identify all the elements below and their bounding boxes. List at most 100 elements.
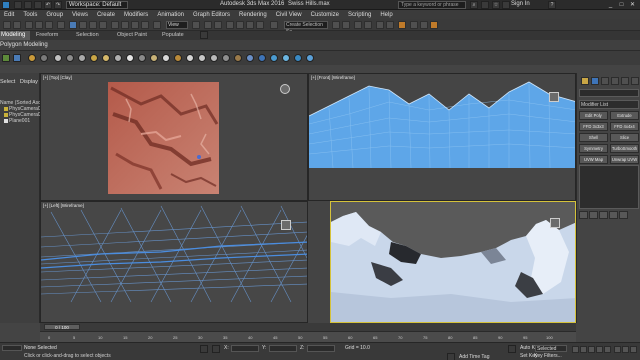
add-time-tag[interactable]: Add Time Tag bbox=[459, 354, 489, 360]
app-menu-icon[interactable] bbox=[2, 1, 10, 9]
shelf-icon-14[interactable] bbox=[162, 54, 170, 62]
undo-icon[interactable]: ↶ bbox=[44, 1, 52, 9]
lock-selection-icon[interactable] bbox=[200, 345, 208, 353]
edit-named-selection-icon[interactable] bbox=[270, 21, 278, 29]
modifier-button[interactable]: Shell bbox=[579, 133, 608, 142]
menu-modifiers[interactable]: Modifiers bbox=[124, 12, 148, 18]
menu-graph-editors[interactable]: Graph Editors bbox=[193, 12, 230, 18]
tab-object-paint[interactable]: Object Paint bbox=[117, 32, 147, 38]
named-selection-set-dropdown[interactable]: Create Selection Se bbox=[284, 21, 328, 35]
spinner-snap-icon[interactable] bbox=[256, 21, 264, 29]
key-selection-dropdown[interactable]: Selected bbox=[535, 345, 567, 352]
z-coordinate-field[interactable] bbox=[307, 345, 335, 352]
absolute-mode-icon[interactable] bbox=[212, 345, 220, 353]
y-coordinate-field[interactable] bbox=[269, 345, 297, 352]
percent-snap-icon[interactable] bbox=[246, 21, 254, 29]
layer-explorer-icon[interactable] bbox=[354, 21, 362, 29]
menu-civil-view[interactable]: Civil View bbox=[276, 12, 302, 18]
communication-icon[interactable]: ☆ bbox=[492, 1, 500, 9]
angle-snap-icon[interactable] bbox=[236, 21, 244, 29]
ribbon-options-icon[interactable] bbox=[200, 31, 208, 39]
shelf-icon-18[interactable] bbox=[210, 54, 218, 62]
menu-views[interactable]: Views bbox=[72, 12, 88, 18]
link-icon[interactable] bbox=[25, 21, 33, 29]
reference-coordinate-dropdown[interactable]: View bbox=[166, 21, 188, 29]
menu-group[interactable]: Group bbox=[46, 12, 63, 18]
create-tab-icon[interactable] bbox=[581, 77, 589, 85]
shelf-icon-19[interactable] bbox=[222, 54, 230, 62]
minimize-icon[interactable]: _ bbox=[606, 1, 615, 9]
select-move-icon[interactable] bbox=[111, 21, 119, 29]
tab-selection[interactable]: Selection bbox=[76, 32, 99, 38]
go-to-end-icon[interactable] bbox=[604, 346, 611, 353]
x-coordinate-field[interactable] bbox=[231, 345, 259, 352]
unlink-icon[interactable] bbox=[35, 21, 43, 29]
user-icon[interactable] bbox=[502, 1, 510, 9]
sign-in-link[interactable]: Sign In bbox=[511, 1, 530, 7]
shelf-icon-17[interactable] bbox=[198, 54, 206, 62]
toggle-ribbon-icon[interactable] bbox=[364, 21, 372, 29]
shelf-icon-4[interactable] bbox=[40, 54, 48, 62]
make-unique-icon[interactable] bbox=[599, 211, 608, 219]
viewport-front[interactable]: [+] [Front] [Wireframe] bbox=[308, 73, 576, 201]
window-crossing-icon[interactable] bbox=[99, 21, 107, 29]
render-setup-icon[interactable] bbox=[410, 21, 418, 29]
modifier-button[interactable]: Extrude bbox=[610, 111, 639, 120]
modifier-button[interactable]: FFD 3x3x3 bbox=[579, 122, 608, 131]
menu-scripting[interactable]: Scripting bbox=[348, 12, 371, 18]
viewcube-icon[interactable] bbox=[281, 220, 291, 230]
select-rotate-icon[interactable] bbox=[121, 21, 129, 29]
shelf-icon-12[interactable] bbox=[138, 54, 146, 62]
modifier-button[interactable]: UVW Map bbox=[579, 155, 608, 164]
shelf-icon-20[interactable] bbox=[234, 54, 242, 62]
shelf-icon-21[interactable] bbox=[246, 54, 254, 62]
shelf-icon-15[interactable] bbox=[174, 54, 182, 62]
redo-tool-icon[interactable] bbox=[13, 21, 21, 29]
zoom-icon[interactable] bbox=[614, 346, 621, 353]
rectangular-selection-icon[interactable] bbox=[89, 21, 97, 29]
shelf-icon-16[interactable] bbox=[186, 54, 194, 62]
curve-editor-icon[interactable] bbox=[376, 21, 384, 29]
reference-system-icon[interactable] bbox=[153, 21, 161, 29]
next-frame-icon[interactable] bbox=[596, 346, 603, 353]
pan-icon[interactable] bbox=[630, 346, 637, 353]
orbit-icon[interactable] bbox=[622, 346, 629, 353]
subscription-icon[interactable] bbox=[481, 1, 489, 9]
tab-modeling[interactable]: Modeling bbox=[0, 31, 30, 40]
bind-space-warp-icon[interactable] bbox=[45, 21, 53, 29]
material-editor-icon[interactable] bbox=[398, 21, 406, 29]
modifier-stack[interactable] bbox=[579, 165, 639, 209]
object-name-field[interactable] bbox=[579, 89, 639, 97]
explorer-tab-display[interactable]: Display bbox=[20, 79, 38, 85]
time-slider[interactable]: 0 / 100 bbox=[44, 324, 80, 330]
maxscript-listener-field[interactable] bbox=[2, 345, 22, 351]
list-item[interactable]: Plane001 bbox=[4, 118, 30, 124]
tab-freeform[interactable]: Freeform bbox=[36, 32, 58, 38]
shelf-icon-24[interactable] bbox=[282, 54, 290, 62]
shelf-icon-22[interactable] bbox=[258, 54, 266, 62]
viewcube-icon[interactable] bbox=[550, 218, 560, 228]
key-filters-button[interactable]: Key Filters... bbox=[534, 353, 562, 359]
new-file-icon[interactable] bbox=[14, 1, 22, 9]
menu-tools[interactable]: Tools bbox=[23, 12, 37, 18]
menu-customize[interactable]: Customize bbox=[311, 12, 339, 18]
selection-filter-icon[interactable] bbox=[57, 21, 65, 29]
viewport-perspective[interactable]: [+] [Perspective] [Shaded] bbox=[330, 201, 576, 323]
help-icon[interactable]: ? bbox=[548, 1, 556, 9]
place-icon[interactable] bbox=[141, 21, 149, 29]
select-scale-icon[interactable] bbox=[131, 21, 139, 29]
search-input[interactable]: Type a keyword or phrase bbox=[398, 1, 466, 9]
shelf-icon-11[interactable] bbox=[126, 54, 134, 62]
search-icon[interactable]: ⌕ bbox=[470, 1, 478, 9]
time-tag-icon[interactable] bbox=[447, 353, 455, 360]
select-object-icon[interactable] bbox=[69, 21, 77, 29]
go-to-start-icon[interactable] bbox=[572, 346, 579, 353]
shelf-icon-8[interactable] bbox=[90, 54, 98, 62]
modifier-button[interactable]: Edit Poly bbox=[579, 111, 608, 120]
modifier-list-dropdown[interactable]: Modifier List bbox=[579, 100, 639, 109]
utilities-tab-icon[interactable] bbox=[631, 77, 639, 85]
modifier-button[interactable]: Slice bbox=[610, 133, 639, 142]
modifier-button[interactable]: Unwrap UVW bbox=[610, 155, 639, 164]
shelf-icon-5[interactable] bbox=[54, 54, 62, 62]
save-file-icon[interactable] bbox=[34, 1, 42, 9]
